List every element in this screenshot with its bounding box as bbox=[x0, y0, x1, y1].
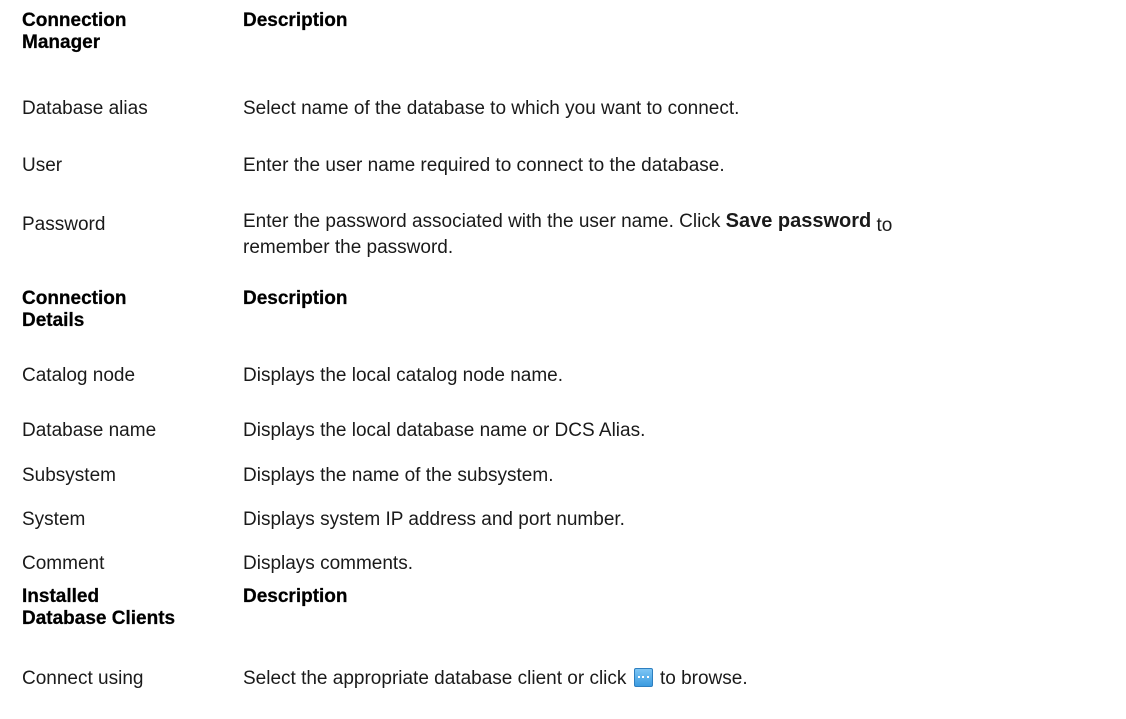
header-col1: Connection Details bbox=[22, 288, 222, 332]
header-col2: Description bbox=[243, 10, 1113, 32]
header-col1-line1: Connection bbox=[22, 288, 127, 309]
header-col2: Description bbox=[243, 586, 1113, 608]
header-description: Description bbox=[243, 288, 348, 309]
row-name: System bbox=[22, 509, 86, 530]
header-col1: Installed Database Clients bbox=[22, 586, 222, 630]
header-col1-line2: Database Clients bbox=[22, 608, 176, 629]
help-tables: Connection Manager Description Database … bbox=[0, 0, 1126, 719]
row-description: Displays the local database name or DCS … bbox=[243, 420, 646, 441]
header-col2: Description bbox=[243, 288, 1113, 310]
header-description: Description bbox=[243, 10, 348, 31]
header-col1-line2: Manager bbox=[22, 32, 101, 53]
header-col1-line1: Connection bbox=[22, 10, 127, 31]
row-name: User bbox=[22, 155, 63, 176]
header-description: Description bbox=[243, 586, 348, 607]
row-name: Catalog node bbox=[22, 365, 136, 386]
row-name: Connect using bbox=[22, 668, 144, 689]
row-description: Displays the name of the subsystem. bbox=[243, 465, 554, 486]
row-description: Enter the user name required to connect … bbox=[243, 155, 725, 176]
save-password-term: Save password bbox=[725, 210, 872, 232]
row-description: Enter the password associated with the u… bbox=[243, 210, 893, 258]
row-name: Password bbox=[22, 214, 106, 235]
row-description: Displays the local catalog node name. bbox=[243, 365, 564, 386]
header-col1: Connection Manager bbox=[22, 10, 222, 54]
header-col1-line2: Details bbox=[22, 310, 85, 331]
row-description: Displays system IP address and port numb… bbox=[243, 509, 625, 530]
row-description: Displays comments. bbox=[243, 553, 413, 574]
row-name: Subsystem bbox=[22, 465, 116, 486]
row-description: Select name of the database to which you… bbox=[243, 98, 740, 119]
row-name: Comment bbox=[22, 553, 105, 574]
header-col1-line1: Installed bbox=[22, 586, 100, 607]
row-description: Select the appropriate database client o… bbox=[243, 668, 748, 689]
row-name: Database alias bbox=[22, 98, 148, 119]
row-name: Database name bbox=[22, 420, 157, 441]
browse-ellipsis-icon[interactable] bbox=[633, 668, 653, 687]
